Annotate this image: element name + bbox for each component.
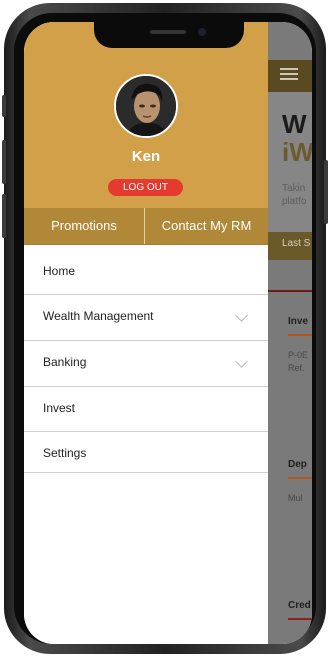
- background-section-title: Dep: [288, 459, 307, 470]
- menu-item-label: Banking: [43, 355, 87, 369]
- background-subtitle: Takin platfo: [282, 183, 307, 207]
- speaker-icon: [150, 30, 186, 34]
- volume-up-button: [2, 140, 6, 184]
- promotions-tab[interactable]: Promotions: [24, 208, 144, 244]
- section-accent: [288, 618, 312, 620]
- menu-item-invest[interactable]: Invest: [24, 387, 268, 432]
- divider: [268, 290, 312, 292]
- menu-item-label: Invest: [43, 401, 76, 415]
- menu-item-home[interactable]: Home: [24, 250, 268, 295]
- background-note: Mul: [288, 493, 303, 503]
- drawer-menu: Home Wealth Management Banking Invest Se…: [24, 250, 268, 473]
- mute-switch: [2, 95, 6, 117]
- background-section-title: Cred: [288, 600, 311, 611]
- menu-item-label: Settings: [43, 446, 87, 460]
- profile-header: Ken LOG OUT: [24, 22, 268, 208]
- background-section-title: Inve: [288, 316, 309, 327]
- chevron-down-icon[interactable]: [235, 355, 248, 368]
- quick-links-bar: Promotions Contact My RM: [24, 208, 268, 245]
- menu-item-label: Home: [43, 264, 76, 278]
- menu-item-banking[interactable]: Banking: [24, 341, 268, 387]
- avatar-photo: [116, 76, 176, 136]
- background-title: W iW: [282, 109, 312, 167]
- background-note: P-0E Ref.: [288, 350, 309, 373]
- power-button: [324, 160, 328, 224]
- section-accent: [288, 477, 312, 479]
- background-bar-text: Last S: [282, 238, 311, 249]
- background-app[interactable]: W iW Takin platfo Last S Inve P-0E Ref. …: [268, 22, 312, 644]
- chevron-down-icon[interactable]: [235, 309, 248, 322]
- phone-screen: W iW Takin platfo Last S Inve P-0E Ref. …: [24, 22, 312, 644]
- menu-item-wealth-management[interactable]: Wealth Management: [24, 295, 268, 341]
- menu-item-label: Wealth Management: [43, 309, 154, 323]
- menu-item-settings[interactable]: Settings: [24, 432, 268, 473]
- user-name: Ken: [131, 148, 161, 165]
- navigation-drawer: Ken LOG OUT Promotions Contact My RM Hom…: [24, 22, 268, 644]
- phone-notch: [94, 22, 244, 48]
- camera-icon: [198, 28, 206, 36]
- logout-button[interactable]: LOG OUT: [108, 179, 183, 196]
- hamburger-menu-icon[interactable]: [280, 68, 298, 80]
- volume-down-button: [2, 194, 6, 238]
- avatar[interactable]: [114, 74, 178, 138]
- contact-my-rm-tab[interactable]: Contact My RM: [145, 208, 268, 244]
- section-accent: [288, 334, 312, 336]
